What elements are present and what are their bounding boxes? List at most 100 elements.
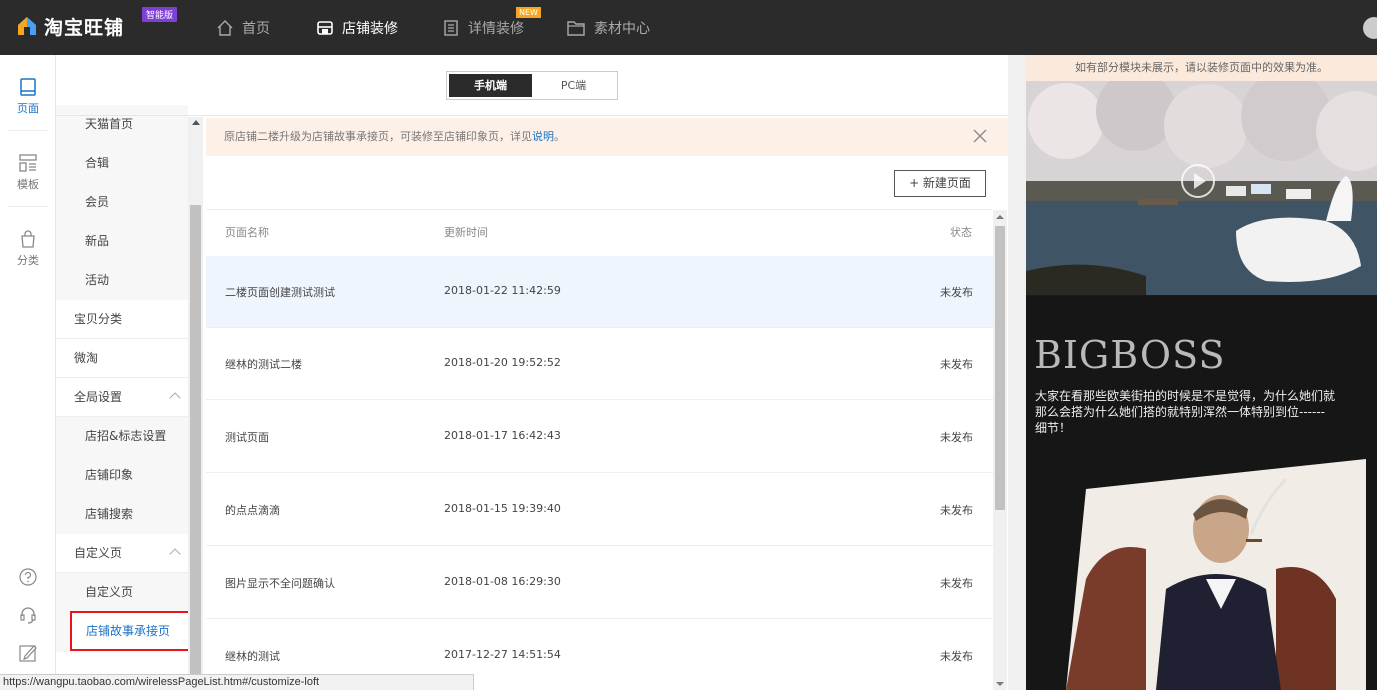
update-time: 2018-01-15 19:39:40 [444,502,561,515]
column-header-name: 页面名称 [225,226,269,239]
status-text: 未发布 [940,286,973,299]
notice-link[interactable]: 说明 [532,130,554,143]
table-row[interactable]: 图片显示不全问题确认 2018-01-08 16:29:30 未发布 [206,547,993,619]
status-text: 未发布 [940,504,973,517]
upgrade-notice: 原店铺二楼升级为店铺故事承接页，可装修至店铺印象页，详见说明。 [206,118,1008,156]
subnav-item-activity[interactable]: 活动 [56,261,188,300]
subnav-item-custom-page[interactable]: 自定义页 [56,573,188,612]
lake-swan-boat-image [1026,81,1377,295]
nav-home[interactable]: 首页 [216,0,270,55]
top-navigation-bar: 淘宝旺铺 智能版 首页 店铺装修 详情装修 NEW 素材中心 [0,0,1377,55]
rail-divider [8,206,48,207]
subnav-group-global-settings[interactable]: 全局设置 [56,378,188,417]
preview-note: 如有部分模块未展示，请以装修页面中的效果为准。 [1026,55,1377,81]
brand-title: BIGBOSS [1034,333,1226,377]
folder-icon [567,20,585,36]
update-time: 2018-01-20 19:52:52 [444,356,561,369]
rail-item-page-label: 页面 [17,102,39,115]
mobile-preview: 如有部分模块未展示，请以装修页面中的效果为准。 BIGBOSS 大家在看那些欧美… [1026,55,1377,690]
subnav-item-member[interactable]: 会员 [56,183,188,222]
divider [56,115,1008,116]
subnav-item-tmall-home[interactable]: 天猫首页 [56,105,188,144]
subnav-item-signboard-settings[interactable]: 店招&标志设置 [56,417,188,456]
page-name: 的点点滴滴 [225,504,280,517]
table-row[interactable]: 测试页面 2018-01-17 16:42:43 未发布 [206,401,993,473]
gutter [1008,55,1026,690]
nav-store-decoration[interactable]: 店铺装修 [316,0,398,55]
document-icon [444,19,458,36]
subnav-group-label: 自定义页 [74,546,123,560]
rail-item-category-label: 分类 [17,254,39,267]
update-time: 2018-01-22 11:42:59 [444,284,561,297]
rail-item-category[interactable]: 分类 [0,229,56,268]
promo-text: 大家在看那些欧美街拍的时候是不是觉得，为什么她们就那么会搭为什么她们搭的就特别浑… [1035,389,1336,435]
chevron-up-icon [169,548,181,560]
new-page-button[interactable]: + 新建页面 [894,170,986,197]
bag-icon [21,230,35,248]
close-icon[interactable] [973,129,987,143]
subnav-group-custom-page[interactable]: 自定义页 [56,534,188,573]
nav-material-center[interactable]: 素材中心 [566,0,650,55]
page-name: 测试页面 [225,431,269,444]
subnav-item-weitao[interactable]: 微淘 [56,339,188,378]
status-text: 未发布 [940,431,973,444]
page-name: 二楼页面创建测试测试 [225,286,335,299]
logo[interactable]: 淘宝旺铺 [16,12,124,40]
column-header-time: 更新时间 [444,226,488,239]
scroll-up-arrow-icon[interactable] [996,215,1004,219]
subnav-item-collection[interactable]: 合辑 [56,144,188,183]
subnav-item-product-category[interactable]: 宝贝分类 [56,300,188,339]
nav-detail-decoration-label: 详情装修 [468,20,524,37]
scroll-up-arrow-icon[interactable] [192,120,200,125]
logo-text: 淘宝旺铺 [44,16,125,39]
store-logo-icon [16,15,38,37]
page-name: 继林的测试 [225,650,280,663]
page-name: 继林的测试二楼 [225,358,302,371]
model-photo-image [1066,459,1366,690]
status-text: 未发布 [940,577,973,590]
status-text: 未发布 [940,650,973,663]
scrollbar-thumb[interactable] [995,226,1005,510]
scrollbar-thumb[interactable] [190,205,201,690]
toggle-pc[interactable]: PC端 [532,74,615,97]
edition-badge: 智能版 [142,7,178,22]
nav-detail-decoration[interactable]: 详情装修 NEW [442,0,541,55]
table-row[interactable]: 的点点滴滴 2018-01-15 19:39:40 未发布 [206,474,993,546]
nav-home-label: 首页 [242,20,270,37]
rail-item-page[interactable]: 页面 [0,77,56,116]
browser-status-url: https://wangpu.taobao.com/wirelessPageLi… [0,674,474,690]
home-icon [217,19,233,36]
nav-store-decoration-label: 店铺装修 [342,20,398,37]
update-time: 2018-01-08 16:29:30 [444,575,561,588]
subnav-group-label: 全局设置 [74,390,123,404]
toggle-mobile[interactable]: 手机端 [449,74,532,97]
chevron-up-icon [169,392,181,404]
help-icon[interactable] [18,567,38,587]
table-row[interactable]: 继林的测试二楼 2018-01-20 19:52:52 未发布 [206,328,993,400]
rail-item-template-label: 模板 [17,178,39,191]
notice-suffix: 。 [554,130,565,143]
scroll-down-arrow-icon[interactable] [996,682,1004,686]
table-row[interactable]: 二楼页面创建测试测试 2018-01-22 11:42:59 未发布 [206,256,993,328]
column-header-status: 状态 [950,226,972,239]
edit-icon[interactable] [18,643,38,663]
subnav-scrollbar[interactable] [188,117,203,690]
left-icon-rail: 页面 模板 分类 [0,55,56,690]
subnav-item-store-impression[interactable]: 店铺印象 [56,456,188,495]
rail-item-template[interactable]: 模板 [0,153,56,192]
table-scrollbar[interactable] [993,210,1007,690]
headset-icon[interactable] [18,605,38,625]
avatar[interactable] [1363,17,1377,39]
device-toggle: 手机端 PC端 [446,71,618,100]
page-icon [20,78,36,96]
template-icon [19,154,37,172]
store-icon [317,20,333,35]
subnav-item-store-search[interactable]: 店铺搜索 [56,495,188,534]
subnav-item-store-story-page[interactable]: 店铺故事承接页 [70,611,190,651]
nav-material-center-label: 素材中心 [594,20,650,37]
update-time: 2017-12-27 14:51:54 [444,648,561,661]
status-text: 未发布 [940,358,973,371]
subnav-item-new[interactable]: 新品 [56,222,188,261]
rail-divider [8,130,48,131]
update-time: 2018-01-17 16:42:43 [444,429,561,442]
